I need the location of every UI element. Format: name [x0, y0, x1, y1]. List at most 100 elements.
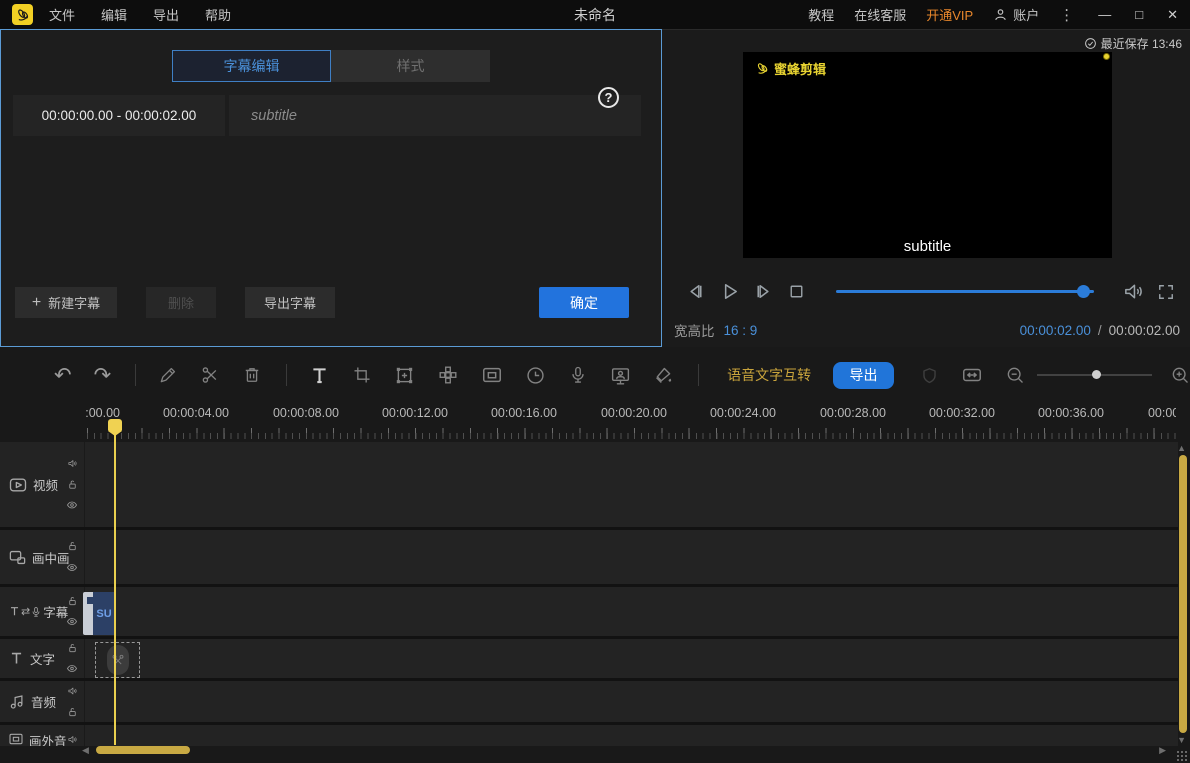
menu-file[interactable]: 文件: [49, 5, 75, 24]
scroll-up-arrow[interactable]: ▲: [1177, 444, 1186, 453]
hide-track-icon[interactable]: [66, 660, 78, 678]
menu-help[interactable]: 帮助: [205, 5, 231, 24]
hide-track-icon[interactable]: [66, 559, 78, 577]
clip-trim-handle[interactable]: [83, 592, 93, 635]
mute-track-icon[interactable]: [67, 455, 78, 473]
lock-track-icon[interactable]: [67, 639, 78, 657]
menu-edit[interactable]: 编辑: [101, 5, 127, 24]
crop-button[interactable]: [352, 365, 372, 385]
record-mic-button[interactable]: [568, 365, 588, 385]
toolbar-separator: [135, 364, 136, 386]
playback-controls: [684, 280, 1176, 303]
app-window: 文件 编辑 导出 帮助 未命名 教程 在线客服 开通VIP 账户 ⋮ — □ ✕: [0, 0, 1190, 763]
playhead-handle[interactable]: [108, 419, 122, 431]
text-tool-button[interactable]: [309, 365, 330, 386]
ruler-label: 00:00:32.00: [929, 406, 995, 420]
subtitle-text-input[interactable]: subtitle: [229, 95, 641, 136]
more-menu-icon[interactable]: ⋮: [1059, 6, 1074, 24]
new-subtitle-button[interactable]: + 新建字幕: [15, 287, 117, 318]
export-button[interactable]: 导出: [833, 362, 894, 389]
stop-button[interactable]: [786, 281, 807, 302]
tab-subtitle-edit[interactable]: 字幕编辑: [172, 50, 331, 82]
ruler-label: 00:00:20.00: [601, 406, 667, 420]
scroll-right-arrow[interactable]: ▶: [1159, 746, 1166, 755]
mute-track-icon[interactable]: [67, 731, 78, 746]
vertical-scrollbar-thumb[interactable]: [1179, 455, 1187, 733]
presenter-button[interactable]: [610, 365, 631, 386]
export-subtitle-button[interactable]: 导出字幕: [245, 287, 335, 318]
track-text[interactable]: 文字: [0, 639, 1178, 681]
timeline-zoom-slider[interactable]: [1037, 374, 1152, 376]
vip-upgrade-link[interactable]: 开通VIP: [926, 5, 973, 24]
scroll-down-arrow[interactable]: ▼: [1177, 736, 1186, 745]
seek-bar[interactable]: [836, 290, 1094, 293]
transform-button[interactable]: [394, 365, 415, 386]
scroll-left-arrow[interactable]: ◀: [82, 746, 89, 755]
check-circle-icon: [1084, 37, 1097, 50]
lock-track-icon[interactable]: [67, 538, 78, 556]
minimize-button[interactable]: —: [1098, 7, 1111, 23]
track-label: 文字: [30, 649, 55, 668]
delete-subtitle-button[interactable]: 删除: [146, 287, 216, 318]
close-button[interactable]: ✕: [1167, 7, 1178, 23]
plus-icon: +: [32, 294, 41, 312]
mosaic-button[interactable]: [437, 364, 459, 386]
subtitle-track-icon: ⇄: [8, 605, 42, 618]
help-icon[interactable]: ?: [598, 87, 619, 108]
ruler-label: 00:00:24.00: [710, 406, 776, 420]
track-text-header: 文字: [0, 639, 85, 678]
zoom-in-button[interactable]: [1170, 365, 1190, 385]
track-audio[interactable]: 音频: [0, 681, 1178, 725]
track-voiceover[interactable]: 画外音: [0, 725, 1178, 746]
track-subtitle[interactable]: ⇄ 字幕 SU: [0, 587, 1178, 639]
selection-handle[interactable]: [1103, 53, 1110, 60]
track-pip[interactable]: 画中画: [0, 530, 1178, 587]
lock-track-icon[interactable]: [67, 592, 78, 610]
clip-drop-placeholder[interactable]: [95, 642, 140, 678]
mute-track-icon[interactable]: [67, 682, 78, 700]
next-frame-button[interactable]: [752, 280, 775, 303]
previous-frame-button[interactable]: [684, 280, 707, 303]
duration-clock-button[interactable]: [525, 365, 546, 386]
total-time: 00:00:02.00: [1109, 323, 1180, 338]
menu-export[interactable]: 导出: [153, 5, 179, 24]
link-online-support[interactable]: 在线客服: [854, 5, 906, 24]
redo-button[interactable]: ↷: [94, 365, 112, 386]
app-logo-bee-icon[interactable]: [12, 4, 33, 25]
playhead-line[interactable]: [114, 435, 116, 745]
fullscreen-button[interactable]: [1156, 282, 1176, 302]
horizontal-scrollbar-thumb[interactable]: [96, 746, 190, 754]
color-fill-button[interactable]: [653, 365, 674, 386]
subtitle-overlay-text[interactable]: subtitle: [743, 238, 1112, 255]
seek-thumb[interactable]: [1077, 285, 1090, 298]
maximize-button[interactable]: □: [1135, 7, 1143, 23]
play-button[interactable]: [718, 280, 741, 303]
zoom-out-button[interactable]: [1005, 365, 1025, 385]
subtitle-time-range[interactable]: 00:00:00.00 - 00:00:02.00: [13, 95, 225, 136]
shield-icon[interactable]: [920, 366, 939, 385]
fit-timeline-button[interactable]: [961, 364, 983, 386]
hide-track-icon[interactable]: [66, 613, 78, 631]
split-scissors-button[interactable]: [200, 365, 220, 385]
account-button[interactable]: 账户: [993, 5, 1039, 24]
delete-trash-button[interactable]: [242, 365, 262, 385]
zoom-slider-thumb[interactable]: [1092, 370, 1101, 379]
undo-button[interactable]: ↶: [54, 365, 72, 386]
overlay-button[interactable]: [481, 364, 503, 386]
speech-text-convert-button[interactable]: 语音文字互转: [727, 365, 811, 385]
subtitle-clip[interactable]: SU: [83, 592, 115, 635]
lock-track-icon[interactable]: [67, 476, 78, 494]
resize-grip[interactable]: [1176, 750, 1188, 762]
track-video[interactable]: 视频: [0, 442, 1178, 530]
confirm-button[interactable]: 确定: [539, 287, 629, 318]
aspect-ratio-value[interactable]: 16 : 9: [724, 323, 758, 338]
edit-pencil-button[interactable]: [158, 365, 178, 385]
volume-icon[interactable]: [1122, 280, 1145, 303]
track-label: 字幕: [43, 602, 68, 621]
tab-style[interactable]: 样式: [331, 50, 490, 82]
lock-track-icon[interactable]: [67, 703, 78, 721]
clip-label[interactable]: SU: [93, 592, 115, 635]
link-tutorial[interactable]: 教程: [808, 5, 834, 24]
hide-track-icon[interactable]: [66, 497, 78, 515]
time-ruler[interactable]: 00:00:00.00 00:00:04.00 00:00:08.00 00:0…: [85, 403, 1176, 442]
